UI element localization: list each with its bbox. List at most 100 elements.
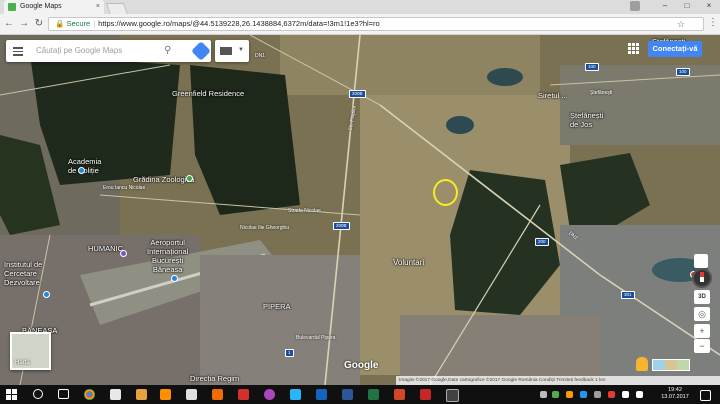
label-siretul[interactable]: Siretul ... — [538, 91, 568, 100]
road-label-nicolae-ilie: Nicolae Ilie Gheorghiu — [240, 225, 290, 231]
road-shield-200: 200 — [535, 238, 549, 246]
label-academia[interactable]: Academia de Poliție — [68, 157, 101, 175]
maximize-button[interactable]: □ — [676, 0, 698, 12]
tab-strip: Google Maps × – □ × — [0, 0, 720, 15]
label-gradina-zoologica[interactable]: Grădina Zoologică — [133, 175, 194, 184]
google-maps-favicon-icon — [8, 3, 16, 11]
pegman-icon[interactable] — [694, 254, 708, 268]
map-footer[interactable]: Imagini ©2017 Google,Date cartografice ©… — [396, 376, 720, 385]
search-taskbar-icon[interactable] — [33, 389, 43, 399]
street-view-pegman-icon[interactable] — [636, 357, 648, 371]
road-shield-100-b: 100 — [676, 68, 690, 76]
search-input[interactable]: Căutați pe Google Maps — [36, 40, 122, 62]
satellite-imagery — [0, 35, 720, 385]
volume-icon[interactable] — [636, 391, 643, 398]
tab-title: Google Maps — [20, 3, 62, 10]
windows-start-icon[interactable] — [6, 389, 17, 400]
system-clock[interactable]: 19:42 13.07.2017 — [655, 387, 695, 401]
chrome-taskbar-icon[interactable] — [84, 389, 95, 400]
excel-taskbar-icon[interactable] — [368, 389, 379, 400]
secure-label: Secure — [66, 19, 91, 28]
tray-icon-6[interactable] — [608, 391, 615, 398]
3d-button[interactable]: 3D — [694, 290, 710, 304]
map-type-toggle[interactable]: Hartă — [10, 332, 51, 370]
browser-toolbar: ← → ↻ 🔒 Secure | https://www.google.ro/map… — [0, 14, 720, 35]
tray-icon-2[interactable] — [552, 391, 559, 398]
poi-airport-icon[interactable] — [171, 275, 178, 282]
zoom-out-button[interactable]: − — [694, 339, 710, 353]
app-taskbar-icon-1[interactable] — [110, 389, 121, 400]
traffic-layer-button[interactable]: ▼ — [215, 40, 249, 62]
traffic-layer-icon — [220, 47, 232, 55]
map-type-label: Hartă — [15, 360, 30, 366]
road-label-nicolae: Strada Nicolae... — [288, 208, 325, 214]
label-directia[interactable]: Direcția Regim — [190, 374, 239, 383]
label-institutul[interactable]: Institutul de Cercetare Dezvoltare — [4, 260, 42, 287]
app-taskbar-icon-6[interactable] — [290, 389, 301, 400]
outlook-taskbar-icon[interactable] — [316, 389, 327, 400]
poi-humanic-icon[interactable] — [120, 250, 127, 257]
task-view-icon[interactable] — [58, 389, 69, 399]
highlight-circle — [433, 179, 458, 206]
tab-google-maps[interactable]: Google Maps × — [4, 0, 104, 14]
sign-in-button[interactable]: Conectați-vă — [648, 41, 702, 57]
app-taskbar-icon-5[interactable] — [264, 389, 275, 400]
app-taskbar-icon-3[interactable] — [186, 389, 197, 400]
google-logo: Google — [344, 360, 379, 371]
label-voluntari[interactable]: Voluntari — [393, 258, 424, 267]
compass-icon[interactable] — [692, 268, 712, 288]
road-label-bulevardul: Bulevardul Pipera — [296, 335, 336, 341]
tab-close-icon[interactable]: × — [96, 0, 100, 14]
satellite-map[interactable]: Greenfield Residence Academia de Poliție… — [0, 35, 720, 385]
poi-academia-icon[interactable] — [78, 167, 85, 174]
powerpoint-taskbar-icon[interactable] — [394, 389, 405, 400]
photo-thumbnails[interactable] — [652, 359, 690, 371]
vlc-taskbar-icon[interactable] — [160, 389, 171, 400]
label-aeroport[interactable]: Aeroportul Internațional București Bănea… — [147, 238, 188, 274]
chrome-menu-icon[interactable]: ⋮ — [708, 17, 718, 28]
windows-taskbar: 19:42 13.07.2017 — [0, 385, 720, 404]
road-shield-100: 100 — [585, 63, 599, 71]
clock-time: 19:42 — [668, 387, 682, 393]
user-profile-icon[interactable] — [630, 1, 640, 11]
tray-icon-3[interactable] — [566, 391, 573, 398]
map-search-box[interactable]: Căutați pe Google Maps ⚲ — [6, 40, 211, 62]
reload-icon[interactable]: ↻ — [33, 17, 45, 31]
caret-down-icon: ▼ — [238, 47, 244, 53]
poi-zoo-icon[interactable] — [186, 175, 193, 182]
tray-icon-4[interactable] — [580, 391, 587, 398]
location-button[interactable]: ◎ — [694, 307, 710, 321]
forward-arrow-icon[interactable]: → — [18, 17, 30, 31]
road-shield-1: 1 — [285, 349, 294, 357]
bookmark-star-icon[interactable]: ☆ — [677, 18, 685, 30]
label-greenfield[interactable]: Greenfield Residence — [172, 89, 244, 98]
poi-institutul-icon[interactable] — [43, 291, 50, 298]
network-icon[interactable] — [622, 391, 629, 398]
back-arrow-icon[interactable]: ← — [3, 17, 15, 31]
app-taskbar-icon-7[interactable] — [420, 389, 431, 400]
menu-hamburger-icon[interactable] — [13, 45, 23, 57]
label-pipera[interactable]: PIPERA — [263, 302, 291, 311]
road-shield-301: 301 — [621, 291, 635, 299]
app-taskbar-icon-8[interactable] — [446, 389, 459, 402]
url-separator: | — [93, 19, 96, 28]
address-bar[interactable]: 🔒 Secure | https://www.google.ro/maps/@44.… — [48, 17, 704, 31]
url-text: https://www.google.ro/maps/@44.5139228,2… — [98, 19, 380, 28]
road-label-dn1: DN1 — [255, 53, 266, 59]
close-window-button[interactable]: × — [698, 0, 720, 12]
app-taskbar-icon-4[interactable] — [212, 389, 223, 400]
road-shield-200b: 200B — [349, 90, 366, 98]
label-stefanesti-de-jos[interactable]: Ștefănești de Jos — [570, 111, 603, 129]
notifications-icon[interactable] — [700, 390, 711, 401]
word-taskbar-icon[interactable] — [342, 389, 353, 400]
zoom-in-button[interactable]: + — [694, 324, 710, 338]
directions-icon[interactable] — [191, 41, 211, 61]
acrobat-taskbar-icon[interactable] — [238, 389, 249, 400]
app-taskbar-icon-2[interactable] — [136, 389, 147, 400]
tray-icon-1[interactable] — [540, 391, 547, 398]
label-humanic[interactable]: HUMANIC — [88, 244, 123, 253]
minimize-button[interactable]: – — [654, 0, 676, 12]
search-icon[interactable]: ⚲ — [164, 45, 171, 56]
apps-grid-icon[interactable] — [628, 43, 640, 55]
tray-icon-5[interactable] — [594, 391, 601, 398]
